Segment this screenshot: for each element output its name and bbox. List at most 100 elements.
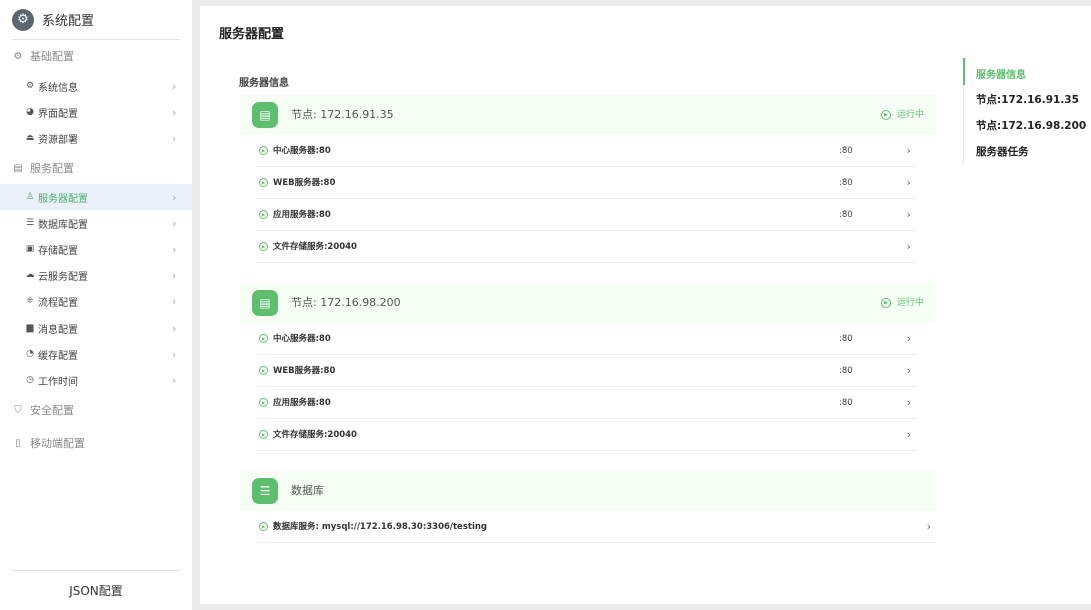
anchor-item-server-info[interactable]: 服务器信息 bbox=[976, 66, 1026, 81]
service-row[interactable]: ▶ WEB服务器:80 :80 › bbox=[257, 355, 917, 387]
sidebar-item-label: 工作时间 bbox=[38, 376, 78, 388]
service-row[interactable]: ▶ WEB服务器:80 :80 › bbox=[257, 167, 917, 199]
anchor-item-node-2[interactable]: 节点:172.16.98.200 bbox=[976, 118, 1086, 133]
database-icon: ☰ bbox=[252, 478, 278, 504]
sidebar-item-label: 界面配置 bbox=[38, 108, 78, 120]
mobile-icon: ▯ bbox=[15, 437, 21, 449]
chevron-right-icon: › bbox=[906, 428, 911, 441]
sidebar-header: ⚙ 系统配置 bbox=[12, 0, 180, 40]
service-row[interactable]: ▶ 应用服务器:80 :80 › bbox=[257, 387, 917, 419]
anchor-nav: 服务器信息 节点:172.16.91.35 节点:172.16.98.200 服… bbox=[963, 58, 1091, 164]
node-icon: ▤ bbox=[252, 290, 278, 316]
sidebar-item-label: 系统信息 bbox=[38, 82, 78, 94]
sidebar-item-storage-config[interactable]: ▣ 存储配置 › bbox=[0, 236, 192, 262]
server-icon: ▤ bbox=[13, 162, 23, 174]
chevron-right-icon: › bbox=[172, 294, 177, 308]
play-circle-icon: ▶ bbox=[259, 242, 268, 251]
service-label: 应用服务器:80 bbox=[273, 398, 331, 408]
service-port: :80 bbox=[839, 398, 853, 408]
play-circle-icon: ▶ bbox=[880, 298, 891, 308]
service-label: 应用服务器:80 bbox=[273, 210, 331, 220]
sidebar-item-deploy[interactable]: ⏏ 资源部署 › bbox=[0, 125, 192, 151]
chevron-right-icon: › bbox=[172, 190, 177, 204]
play-circle-icon: ▶ bbox=[259, 398, 268, 407]
sidebar-item-message-config[interactable]: ▆ 消息配置 › bbox=[0, 315, 192, 341]
service-label: 数据库服务: mysql://172.16.98.30:3306/testing bbox=[273, 522, 487, 532]
sidebar-group-security[interactable]: ⛉ 安全配置 bbox=[12, 400, 74, 420]
section-title: 服务器信息 bbox=[239, 78, 289, 89]
sidebar-group-mobile[interactable]: ▯ 移动端配置 bbox=[12, 433, 85, 453]
chevron-right-icon: › bbox=[172, 79, 177, 93]
sidebar-group-label: 基础配置 bbox=[30, 50, 74, 63]
sidebar-item-label: 消息配置 bbox=[38, 324, 78, 336]
sidebar-group-service[interactable]: ▤ 服务配置 bbox=[12, 158, 74, 178]
gear-icon: ⚙ bbox=[13, 50, 23, 62]
play-circle-icon: ▶ bbox=[259, 430, 268, 439]
status-text: 运行中 bbox=[896, 110, 924, 120]
service-row[interactable]: ▶ 文件存储服务:20040 › bbox=[257, 419, 917, 451]
service-row[interactable]: ▶ 文件存储服务:20040 › bbox=[257, 231, 917, 263]
anchor-item-server-tasks[interactable]: 服务器任务 bbox=[976, 144, 1029, 159]
sidebar-group-label: 移动端配置 bbox=[30, 437, 85, 450]
service-row[interactable]: ▶ 中心服务器:80 :80 › bbox=[257, 323, 917, 355]
chevron-right-icon: › bbox=[906, 332, 911, 345]
sidebar-item-flow-config[interactable]: ⁜ 流程配置 › bbox=[0, 288, 192, 314]
divider bbox=[12, 570, 180, 571]
status-badge: ▶ 运行中 bbox=[880, 95, 924, 135]
sidebar: ⚙ 系统配置 ⚙ 基础配置 ⚙ 系统信息 › ◕ 界面配置 › ⏏ 资源部署 ›… bbox=[0, 0, 192, 610]
service-label: 文件存储服务:20040 bbox=[273, 430, 357, 440]
service-label: WEB服务器:80 bbox=[273, 366, 336, 376]
service-row[interactable]: ▶ 应用服务器:80 :80 › bbox=[257, 199, 917, 231]
service-row[interactable]: ▶ 中心服务器:80 :80 › bbox=[257, 135, 917, 167]
node-header[interactable]: ▤ 节点: 172.16.91.35 ▶ 运行中 bbox=[240, 95, 936, 135]
sidebar-item-database-config[interactable]: ☰ 数据库配置 › bbox=[0, 210, 192, 236]
sidebar-item-cache-config[interactable]: ◔ 缓存配置 › bbox=[0, 341, 192, 367]
main-panel: 服务器配置 服务器信息 ▤ 节点: 172.16.91.35 ▶ 运行中 ▶ 中… bbox=[200, 6, 1091, 604]
page-title: 服务器配置 bbox=[219, 27, 285, 42]
play-circle-icon: ▶ bbox=[259, 178, 268, 187]
anchor-active-indicator bbox=[963, 58, 965, 85]
sidebar-item-cloud-config[interactable]: ☁ 云服务配置 › bbox=[0, 262, 192, 288]
palette-icon: ◕ bbox=[26, 107, 34, 117]
database-icon: ☰ bbox=[25, 218, 35, 228]
database-label: 数据库 bbox=[291, 484, 324, 497]
node-header[interactable]: ▤ 节点: 172.16.98.200 ▶ 运行中 bbox=[240, 283, 936, 323]
shield-icon: ⛉ bbox=[14, 404, 22, 416]
chevron-right-icon: › bbox=[172, 105, 177, 119]
node-label: 节点: 172.16.98.200 bbox=[291, 296, 401, 309]
chevron-right-icon: › bbox=[172, 216, 177, 230]
anchor-item-node-1[interactable]: 节点:172.16.91.35 bbox=[976, 92, 1079, 107]
timer-icon: ◷ bbox=[26, 375, 34, 385]
chevron-right-icon: › bbox=[906, 144, 911, 157]
sidebar-item-label: 服务器配置 bbox=[38, 193, 88, 205]
sidebar-item-label: 缓存配置 bbox=[38, 350, 78, 362]
service-label: 中心服务器:80 bbox=[273, 334, 331, 344]
status-text: 运行中 bbox=[896, 298, 924, 308]
chevron-right-icon: › bbox=[172, 268, 177, 282]
message-icon: ▆ bbox=[26, 323, 34, 333]
sidebar-item-system-info[interactable]: ⚙ 系统信息 › bbox=[0, 73, 192, 99]
cache-icon: ◔ bbox=[26, 349, 34, 359]
sidebar-group-basic[interactable]: ⚙ 基础配置 bbox=[12, 46, 74, 66]
sidebar-item-work-time[interactable]: ◷ 工作时间 › bbox=[0, 367, 192, 393]
service-port: :80 bbox=[839, 178, 853, 188]
storage-icon: ▣ bbox=[25, 244, 35, 254]
gear-icon: ⚙ bbox=[25, 81, 35, 91]
service-row[interactable]: ▶ 数据库服务: mysql://172.16.98.30:3306/testi… bbox=[257, 511, 937, 543]
json-config-button[interactable]: JSON配置 bbox=[12, 580, 180, 602]
service-port: :80 bbox=[839, 334, 853, 344]
chevron-right-icon: › bbox=[906, 364, 911, 377]
chevron-right-icon: › bbox=[172, 373, 177, 387]
chevron-right-icon: › bbox=[172, 131, 177, 145]
sidebar-item-server-config[interactable]: ♙ 服务器配置 › bbox=[0, 184, 192, 210]
database-header[interactable]: ☰ 数据库 bbox=[240, 471, 936, 511]
play-circle-icon: ▶ bbox=[259, 146, 268, 155]
play-circle-icon: ▶ bbox=[880, 110, 891, 120]
deploy-icon: ⏏ bbox=[25, 133, 35, 143]
play-circle-icon: ▶ bbox=[259, 210, 268, 219]
node-icon: ▤ bbox=[252, 102, 278, 128]
play-circle-icon: ▶ bbox=[259, 366, 268, 375]
play-circle-icon: ▶ bbox=[259, 522, 268, 531]
node-label: 节点: 172.16.91.35 bbox=[291, 108, 394, 121]
sidebar-item-ui-config[interactable]: ◕ 界面配置 › bbox=[0, 99, 192, 125]
